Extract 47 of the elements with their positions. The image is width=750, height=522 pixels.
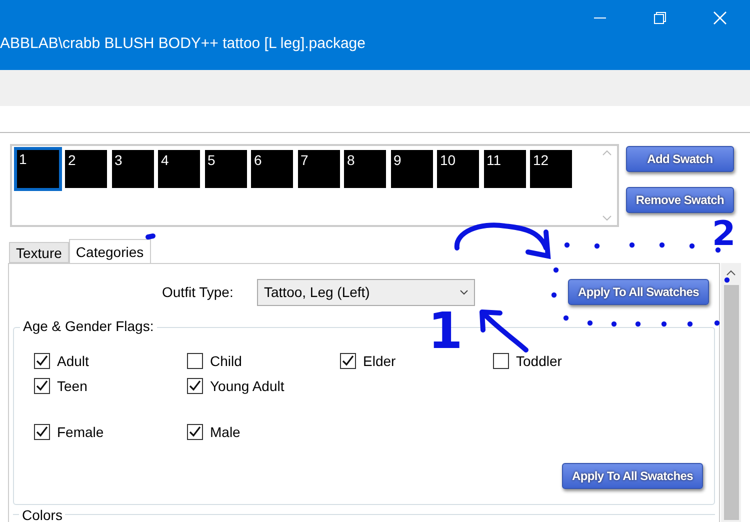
checkbox-label[interactable]: Elder: [363, 352, 396, 368]
swatch[interactable]: 8: [344, 150, 386, 188]
checkbox-label[interactable]: Young Adult: [210, 378, 284, 394]
checkbox-label[interactable]: Teen: [57, 378, 88, 394]
restore-icon: [654, 12, 666, 24]
checkbox[interactable]: [187, 352, 203, 368]
checkbox-label[interactable]: Male: [210, 424, 240, 440]
swatch[interactable]: 7: [298, 150, 340, 188]
window-title: ABBLAB\crabb BLUSH BODY++ tattoo [L leg].package: [0, 35, 366, 52]
apply-button[interactable]: Apply To All Swatches: [568, 279, 709, 305]
close-icon: [713, 11, 727, 25]
swatch[interactable]: 11: [484, 150, 526, 188]
checkbox[interactable]: [34, 424, 50, 440]
checkbox-label[interactable]: Female: [57, 424, 104, 440]
swatch[interactable]: 10: [437, 150, 479, 188]
annotation-number: 2: [712, 214, 736, 254]
group-title: Age & Gender Flags:: [20, 318, 157, 334]
caret-icon: [460, 290, 468, 294]
checkbox-label[interactable]: Toddler: [516, 352, 562, 368]
swatch[interactable]: 1: [16, 149, 60, 189]
swatch[interactable]: 4: [158, 150, 200, 188]
apply-button[interactable]: Apply To All Swatches: [562, 463, 703, 489]
field-label: Outfit Type:: [162, 284, 234, 300]
pen-mark: [146, 234, 156, 240]
checkbox[interactable]: [34, 352, 50, 368]
swatch-button[interactable]: Remove Swatch: [626, 187, 734, 213]
outfit-type-dropdown[interactable]: Tattoo, Leg (Left): [257, 278, 475, 306]
tab[interactable]: Texture: [9, 242, 69, 263]
swatch[interactable]: 3: [112, 150, 154, 188]
checkbox-label[interactable]: Child: [210, 352, 242, 368]
swatch[interactable]: 5: [204, 150, 246, 188]
swatch[interactable]: 9: [390, 150, 432, 188]
scroll-up-icon[interactable]: [726, 270, 736, 276]
checkbox[interactable]: [340, 352, 356, 368]
checkbox[interactable]: [493, 352, 509, 368]
group-title: Colors: [19, 507, 66, 522]
arrow: [480, 310, 528, 352]
checkbox[interactable]: [187, 378, 203, 394]
swatch[interactable]: 2: [65, 150, 107, 188]
checkbox[interactable]: [34, 378, 50, 394]
scrollbar[interactable]: [721, 263, 741, 522]
checkbox-label[interactable]: Adult: [57, 352, 89, 368]
swatch[interactable]: 12: [530, 150, 572, 188]
swatch[interactable]: 6: [251, 150, 293, 188]
swatch-button[interactable]: Add Swatch: [626, 146, 734, 172]
tab[interactable]: Categories: [68, 239, 151, 263]
checkbox[interactable]: [187, 424, 203, 440]
